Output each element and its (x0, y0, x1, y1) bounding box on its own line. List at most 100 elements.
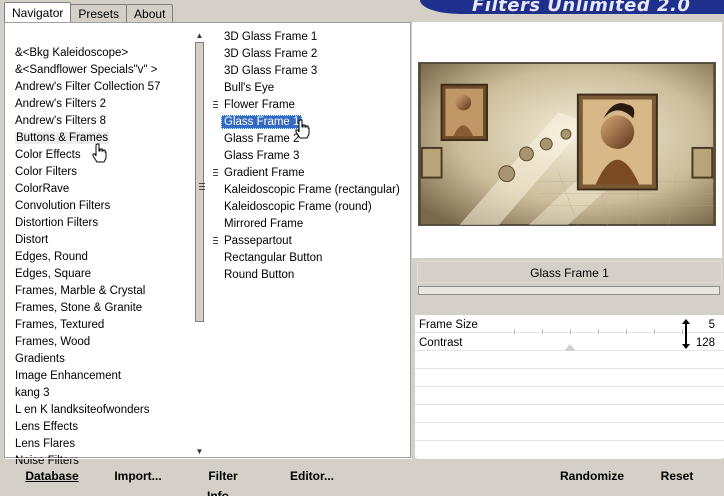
scroll-track[interactable] (195, 42, 205, 442)
filter-item[interactable]: Kaleidoscopic Frame (round) (221, 200, 403, 217)
database-button[interactable]: Database (23, 466, 81, 486)
category-label: Lens Effects (15, 421, 79, 433)
slider-ticks (514, 316, 684, 334)
import-button[interactable]: Import... (113, 466, 163, 486)
right-button-bar: Randomize Reset (417, 458, 722, 494)
param-label: Frame Size (419, 319, 478, 331)
category-item[interactable]: Andrew's Filters 8 (15, 114, 160, 131)
category-item[interactable]: &<Bkg Kaleidoscope> (15, 46, 160, 63)
category-item[interactable]: Lens Flares (15, 437, 160, 454)
category-label: &<Bkg Kaleidoscope> (15, 47, 129, 59)
randomize-button[interactable]: Randomize (559, 466, 625, 486)
filter-info-button[interactable]: Filter Info... (191, 466, 255, 496)
category-label: L en K landksiteofwonders (15, 404, 150, 416)
category-label: Distort (15, 234, 49, 246)
filter-item[interactable]: Round Button (221, 268, 403, 285)
category-label: Distortion Filters (15, 217, 99, 229)
reset-button[interactable]: Reset (657, 466, 697, 486)
editor-button[interactable]: Editor... (289, 466, 335, 486)
category-item[interactable]: ColorRave (15, 182, 160, 199)
filter-label: 3D Glass Frame 1 (224, 31, 318, 43)
filter-item[interactable]: Gradient Frame (213, 166, 403, 183)
category-item[interactable]: Edges, Round (15, 250, 160, 267)
category-item[interactable]: Color Filters (15, 165, 160, 182)
filter-item[interactable]: Glass Frame 2 (221, 132, 403, 149)
category-label: Color Effects (15, 149, 81, 161)
filter-label: Rectangular Button (224, 252, 323, 264)
category-item[interactable]: Edges, Square (15, 267, 160, 284)
preview-panel (412, 22, 722, 258)
category-item[interactable]: Andrew's Filter Collection 57 (15, 80, 160, 97)
scroll-thumb[interactable] (195, 42, 205, 322)
category-label: Andrew's Filter Collection 57 (15, 81, 161, 93)
filter-item[interactable]: 3D Glass Frame 1 (221, 30, 403, 47)
filter-item[interactable]: Glass Frame 3 (221, 149, 403, 166)
filter-label: Kaleidoscopic Frame (round) (224, 201, 372, 213)
category-item[interactable]: Frames, Marble & Crystal (15, 284, 160, 301)
filter-label: Glass Frame 1 (221, 115, 303, 129)
category-item[interactable]: Frames, Stone & Granite (15, 301, 160, 318)
category-list[interactable]: &<Bkg Kaleidoscope> &<Sandflower Specials… (15, 46, 160, 471)
category-item[interactable]: Color Effects (15, 148, 160, 165)
tab-about[interactable]: About (126, 4, 174, 22)
category-item[interactable]: Buttons & Frames (15, 131, 160, 148)
filter-item[interactable]: Mirrored Frame (221, 217, 403, 234)
slider-thumb-icon[interactable] (564, 344, 576, 351)
category-item[interactable]: Frames, Wood (15, 335, 160, 352)
filter-label: Mirrored Frame (224, 218, 304, 230)
category-item[interactable]: Convolution Filters (15, 199, 160, 216)
filter-item[interactable]: Kaleidoscopic Frame (rectangular) (221, 183, 403, 200)
filter-label: Passepartout (224, 235, 292, 247)
filter-label: 3D Glass Frame 2 (224, 48, 318, 60)
category-label: Frames, Wood (15, 336, 91, 348)
drag-handle-icon (213, 101, 218, 110)
scroll-up-arrow-icon[interactable]: ▲ (192, 30, 207, 42)
category-item[interactable]: Distortion Filters (15, 216, 160, 233)
filter-name-label: Glass Frame 1 (417, 261, 722, 283)
filter-item[interactable]: Rectangular Button (221, 251, 403, 268)
category-item[interactable]: Lens Effects (15, 420, 160, 437)
category-item[interactable]: Image Enhancement (15, 369, 160, 386)
param-row-contrast[interactable]: Contrast 128 (419, 334, 719, 352)
category-label: Edges, Square (15, 268, 92, 280)
category-item[interactable]: kang 3 (15, 386, 160, 403)
category-item[interactable]: Frames, Textured (15, 318, 160, 335)
category-label: kang 3 (15, 387, 50, 399)
drag-handle-icon (213, 169, 218, 178)
filter-item[interactable]: Bull's Eye (221, 81, 403, 98)
category-item[interactable]: Gradients (15, 352, 160, 369)
category-label: ColorRave (15, 183, 70, 195)
category-item[interactable]: &<Sandflower Specials"v" > (15, 63, 160, 80)
filter-item[interactable]: 3D Glass Frame 2 (221, 47, 403, 64)
category-item[interactable]: Andrew's Filters 2 (15, 97, 160, 114)
category-label: Andrew's Filters 8 (15, 115, 107, 127)
param-row-frame-size[interactable]: Frame Size 5 (419, 316, 719, 349)
left-button-bar: Database Import... Filter Info... Editor… (5, 458, 412, 496)
scroll-down-arrow-icon[interactable]: ▼ (192, 446, 207, 458)
filter-label: 3D Glass Frame 3 (224, 65, 318, 77)
hand-cursor-icon (92, 143, 107, 163)
category-label: Convolution Filters (15, 200, 111, 212)
category-scrollbar[interactable]: ▲ ▼ (192, 30, 207, 458)
parameters-panel: Frame Size 5 Contrast 128 (415, 315, 724, 458)
tab-presets[interactable]: Presets (70, 4, 128, 22)
category-item[interactable]: L en K landksiteofwonders (15, 403, 160, 420)
filter-label: Flower Frame (224, 99, 295, 111)
filter-label: Bull's Eye (224, 82, 275, 94)
category-label: Frames, Textured (15, 319, 105, 331)
filter-item[interactable]: 3D Glass Frame 3 (221, 64, 403, 81)
filter-item[interactable]: Flower Frame (213, 98, 403, 115)
category-label: Gradients (15, 353, 65, 365)
category-item[interactable]: Distort (15, 233, 160, 250)
grip-icon (199, 183, 205, 191)
filter-item[interactable]: Passepartout (213, 234, 403, 251)
category-label: Andrew's Filters 2 (15, 98, 107, 110)
category-label: Edges, Round (15, 251, 88, 263)
filter-label: Glass Frame 2 (224, 133, 300, 145)
filter-list[interactable]: 3D Glass Frame 1 3D Glass Frame 2 3D Glass… (213, 30, 403, 285)
app-title: Filters Unlimited 2.0 (472, 0, 691, 14)
filter-item[interactable]: Glass Frame 1 (221, 115, 403, 132)
tab-navigator[interactable]: Navigator (4, 2, 72, 22)
category-label: &<Sandflower Specials"v" > (15, 64, 158, 76)
category-label: Lens Flares (15, 438, 76, 450)
